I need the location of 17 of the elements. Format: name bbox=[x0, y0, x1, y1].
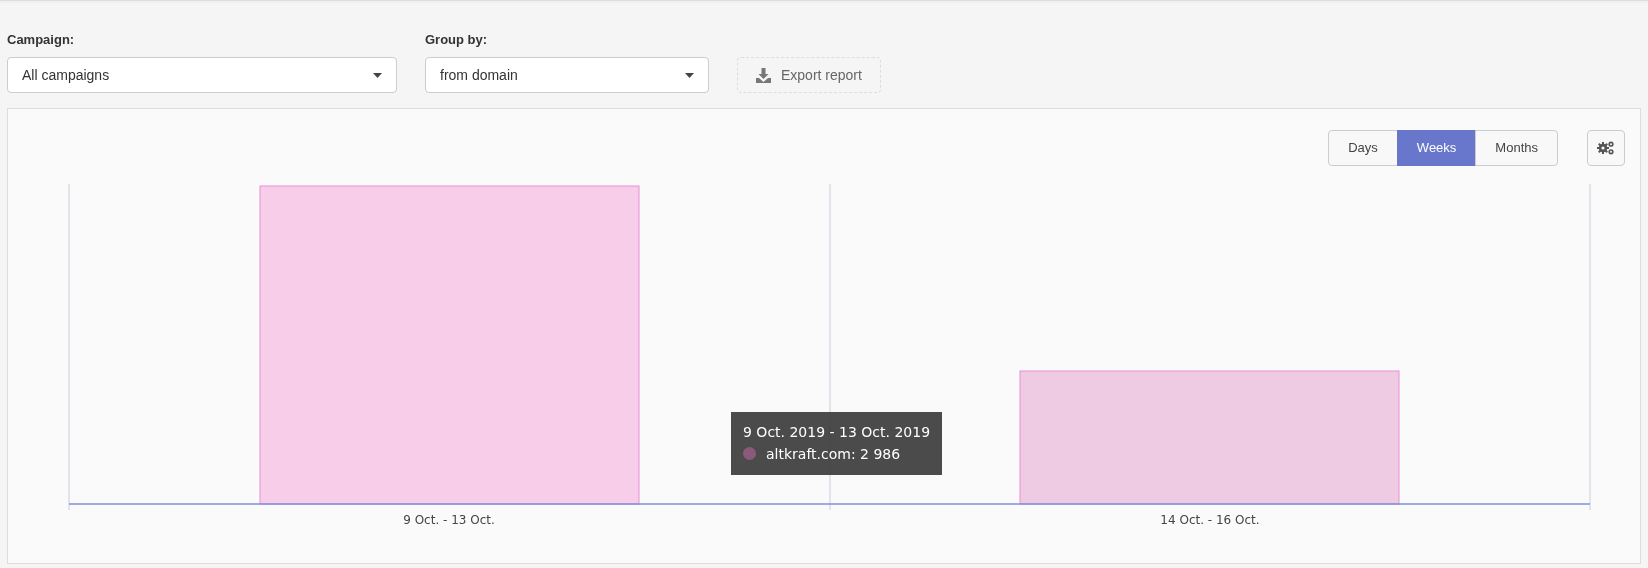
export-button[interactable]: Export report bbox=[737, 57, 881, 93]
caret-icon bbox=[685, 72, 694, 78]
x-axis-label: 9 Oct. - 13 Oct. bbox=[403, 513, 495, 527]
download-icon bbox=[756, 67, 771, 83]
tooltip-title: 9 Oct. 2019 - 13 Oct. 2019 bbox=[743, 423, 931, 442]
select-field[interactable]: All campaigns bbox=[7, 57, 397, 93]
field-label: Group by: bbox=[425, 30, 489, 49]
field-label: Campaign: bbox=[7, 30, 76, 49]
gears-icon bbox=[1597, 141, 1615, 155]
tooltip-value: altkraft.com: 2 986 bbox=[766, 445, 901, 462]
period-tab[interactable]: Months bbox=[1475, 130, 1558, 166]
period-tab[interactable]: Days bbox=[1328, 130, 1398, 166]
select-field[interactable]: from domain bbox=[425, 57, 709, 93]
period-tab[interactable]: Weeks bbox=[1396, 130, 1477, 166]
caret-icon bbox=[373, 72, 382, 78]
x-axis-label: 14 Oct. - 16 Oct. bbox=[1160, 513, 1260, 527]
settings-button[interactable] bbox=[1587, 130, 1625, 166]
